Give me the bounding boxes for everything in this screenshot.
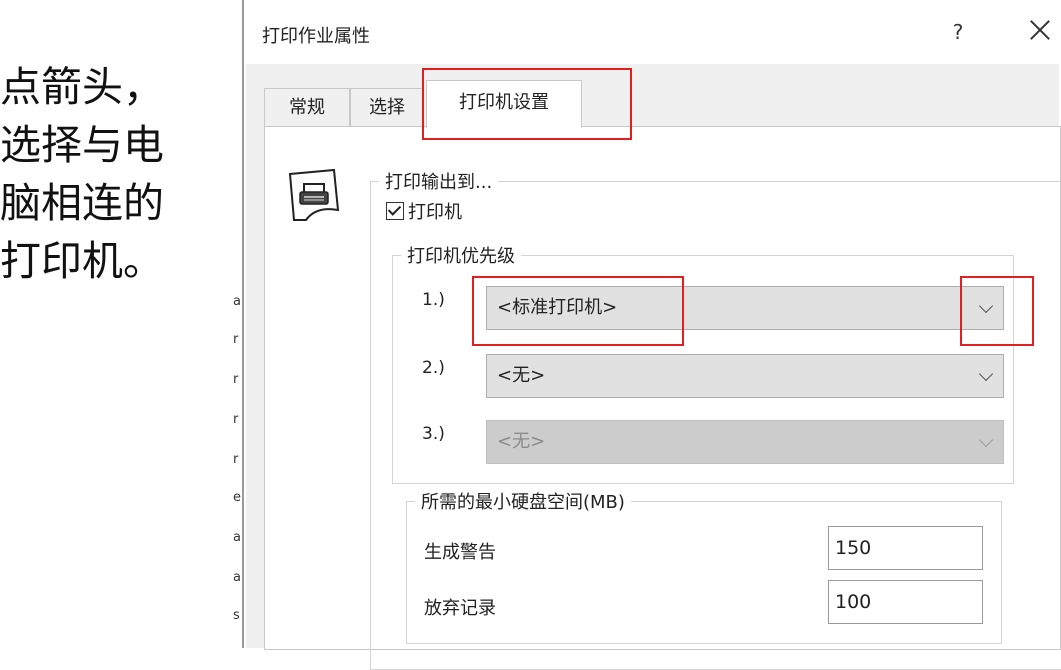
edge-glyph: a [233, 294, 241, 309]
edge-glyph: r [233, 372, 239, 387]
tab-general[interactable]: 常规 [264, 88, 350, 126]
priority-label-2: 2.) [422, 358, 445, 378]
printer-priority-legend: 打印机优先级 [407, 246, 515, 267]
close-icon[interactable] [1026, 16, 1054, 44]
priority-select-3-value: <无> [497, 431, 546, 452]
chevron-down-icon[interactable] [978, 298, 994, 314]
edge-glyph: a [233, 570, 241, 585]
tab-printer-settings[interactable]: 打印机设置 [426, 80, 582, 128]
tab-select[interactable]: 选择 [350, 88, 424, 126]
edge-glyph: a [233, 530, 241, 545]
priority-select-2-value: <无> [497, 365, 546, 386]
dialog-title: 打印作业属性 [262, 26, 370, 47]
chevron-down-icon[interactable] [978, 366, 994, 382]
priority-select-1-value: <标准打印机> [497, 297, 618, 318]
abandon-threshold-input[interactable] [828, 580, 983, 624]
priority-label-1: 1.) [422, 290, 445, 310]
printer-checkbox-label: 打印机 [408, 202, 462, 223]
background-window-edge: a r r r r e a a s [232, 0, 242, 648]
instruction-text: 点箭头， 选择与电 脑相连的 打印机。 [0, 63, 164, 285]
printer-icon [286, 166, 342, 224]
priority-select-1[interactable]: <标准打印机> [486, 286, 1004, 330]
warning-label: 生成警告 [424, 542, 496, 563]
edge-glyph: r [233, 412, 239, 427]
priority-select-3: <无> [486, 420, 1004, 464]
chevron-down-icon [978, 432, 994, 448]
dialog-body: 常规 选择 打印机设置 打印输出到... 打印机 打印机优先级 1.) <标准打… [246, 64, 1061, 670]
printer-checkbox[interactable] [386, 202, 404, 220]
abandon-label: 放弃记录 [424, 598, 496, 619]
edge-glyph: e [233, 490, 241, 505]
print-job-properties-dialog: 打印作业属性 ? 常规 选择 打印机设置 打印输出到... 打印机 打印机优先级… [244, 0, 1061, 670]
priority-label-3: 3.) [422, 424, 445, 444]
edge-glyph: s [233, 608, 240, 623]
help-icon[interactable]: ? [948, 20, 968, 44]
edge-glyph: r [233, 332, 239, 347]
disk-space-legend: 所需的最小硬盘空间(MB) [421, 492, 625, 513]
edge-glyph: r [233, 452, 239, 467]
print-output-legend: 打印输出到... [385, 172, 493, 193]
warning-threshold-input[interactable] [828, 526, 983, 570]
priority-select-2[interactable]: <无> [486, 354, 1004, 398]
printer-checkbox-row[interactable]: 打印机 [386, 198, 462, 224]
